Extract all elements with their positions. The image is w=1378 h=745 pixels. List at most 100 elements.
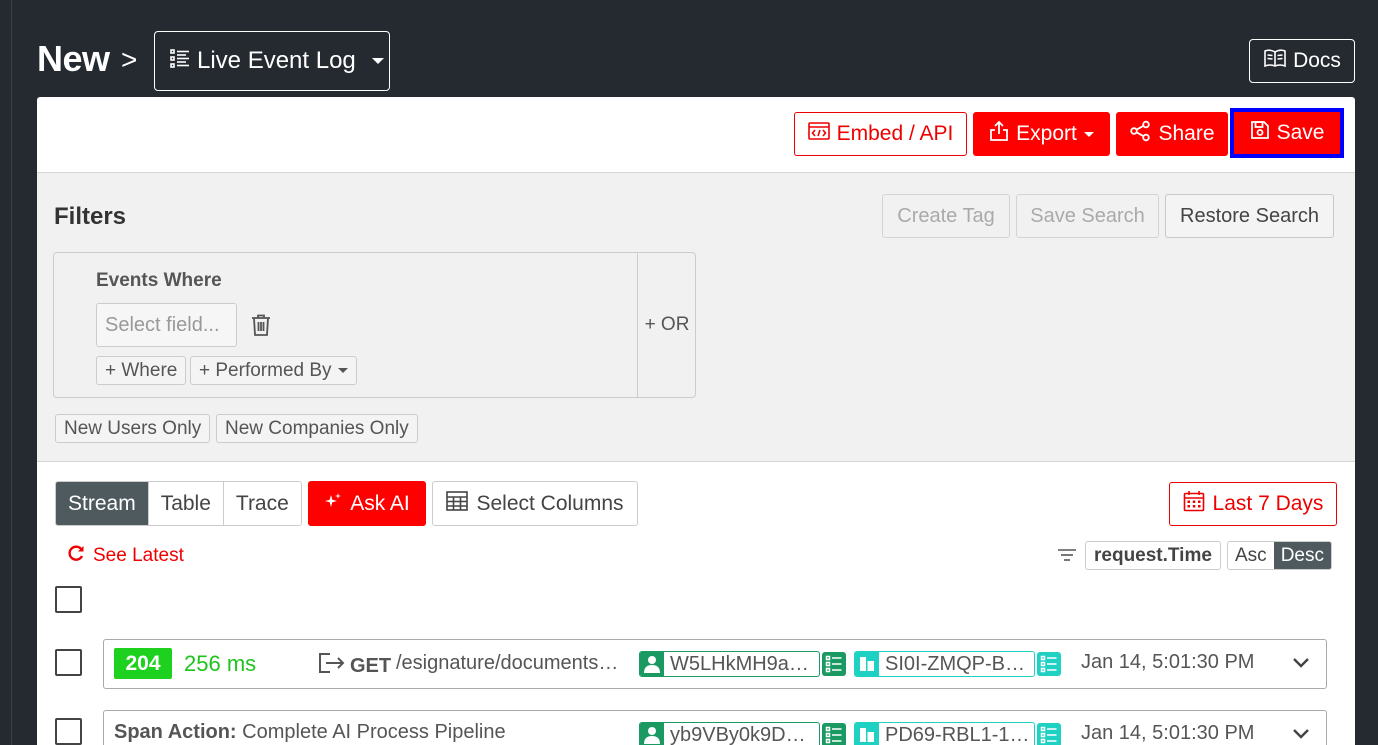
book-icon xyxy=(1263,48,1287,74)
sparkle-icon xyxy=(324,492,342,516)
performed-by-button[interactable]: + Performed By xyxy=(190,356,357,385)
span-action-label: Span Action: xyxy=(114,721,237,743)
row-checkbox[interactable] xyxy=(55,649,82,676)
ask-ai-button[interactable]: Ask AI xyxy=(308,481,426,526)
exit-arrow-icon xyxy=(318,651,346,681)
restore-search-button[interactable]: Restore Search xyxy=(1165,194,1334,238)
request-method: GET xyxy=(318,651,391,681)
company-list-chip[interactable] xyxy=(1037,651,1063,677)
export-button[interactable]: Export xyxy=(973,112,1110,156)
list-icon xyxy=(1037,723,1061,745)
new-users-only-label: New Users Only xyxy=(64,417,202,439)
ask-ai-label: Ask AI xyxy=(350,491,410,515)
list-icon xyxy=(822,723,846,745)
embed-api-label: Embed / API xyxy=(836,122,954,145)
share-icon xyxy=(1129,120,1151,148)
create-tag-button[interactable]: Create Tag xyxy=(882,194,1010,238)
breadcrumb-separator: > xyxy=(121,44,138,75)
select-all-checkbox[interactable] xyxy=(55,586,82,613)
user-chip[interactable]: yb9VBy0k9D… xyxy=(639,722,820,745)
span-action-name: Complete AI Process Pipeline xyxy=(242,721,506,743)
company-icon xyxy=(855,723,879,745)
export-label: Export xyxy=(1016,122,1077,145)
list-icon xyxy=(169,47,191,76)
upload-icon xyxy=(989,120,1009,148)
share-button[interactable]: Share xyxy=(1116,112,1228,156)
docs-label: Docs xyxy=(1293,49,1341,72)
see-latest-link[interactable]: See Latest xyxy=(67,544,184,568)
chevron-down-icon xyxy=(337,368,348,373)
user-id: yb9VBy0k9D… xyxy=(670,723,806,745)
user-chip[interactable]: W5LHkMH9a… xyxy=(639,651,820,677)
tab-table[interactable]: Table xyxy=(148,482,224,525)
span-action: Span Action: Complete AI Process Pipelin… xyxy=(114,721,506,744)
save-button-highlight: Save xyxy=(1230,108,1344,158)
embed-api-button[interactable]: Embed / API xyxy=(794,112,967,156)
company-list-chip[interactable] xyxy=(1037,722,1063,745)
save-label: Save xyxy=(1276,121,1325,144)
filters-title: Filters xyxy=(54,203,127,230)
tab-stream[interactable]: Stream xyxy=(56,482,149,525)
user-icon xyxy=(640,723,664,745)
code-icon xyxy=(807,122,830,146)
events-where-title: Events Where xyxy=(96,270,222,291)
filters-section: Filters Create Tag Save Search Restore S… xyxy=(37,173,1355,462)
docs-button[interactable]: Docs xyxy=(1249,39,1355,83)
company-chip[interactable]: PD69-RBL1-1… xyxy=(854,722,1035,745)
chevron-down-icon[interactable] xyxy=(1292,727,1310,745)
sort-desc-button[interactable]: Desc xyxy=(1273,542,1331,569)
floppy-icon xyxy=(1250,120,1270,146)
add-where-button[interactable]: + Where xyxy=(96,356,187,385)
chevron-down-icon xyxy=(371,58,384,64)
view-selector[interactable]: Live Event Log xyxy=(154,31,390,91)
user-id: W5LHkMH9a… xyxy=(670,652,809,675)
list-icon xyxy=(1037,652,1061,676)
event-row[interactable]: Span Action: Complete AI Process Pipelin… xyxy=(103,710,1327,745)
filter-lines-icon xyxy=(1057,547,1077,568)
view-name: Live Event Log xyxy=(197,47,356,74)
see-latest-label: See Latest xyxy=(93,545,184,566)
event-timestamp: Jan 14, 5:01:30 PM xyxy=(1081,651,1255,673)
company-chip[interactable]: SI0I-ZMQP-B… xyxy=(854,651,1035,677)
duration: 256 ms xyxy=(184,651,257,676)
date-range-label: Last 7 Days xyxy=(1212,492,1324,515)
main-panel: Embed / API Export Share Save Filters Cr… xyxy=(37,97,1355,745)
chevron-down-icon[interactable] xyxy=(1292,656,1310,674)
request-path: /esignature/documents… xyxy=(396,652,619,674)
breadcrumb-root[interactable]: New xyxy=(37,38,110,80)
tab-trace[interactable]: Trace xyxy=(223,482,301,525)
chevron-down-icon xyxy=(1083,131,1094,137)
row-checkbox[interactable] xyxy=(55,718,82,745)
sort-asc-button[interactable]: Asc xyxy=(1228,542,1274,569)
select-field-input[interactable]: Select field... xyxy=(96,303,237,347)
company-icon xyxy=(855,652,879,676)
performed-by-label: + Performed By xyxy=(199,359,332,381)
new-companies-only-button[interactable]: New Companies Only xyxy=(216,414,418,443)
trash-icon[interactable] xyxy=(250,313,272,342)
new-companies-only-label: New Companies Only xyxy=(225,417,409,439)
company-id: SI0I-ZMQP-B… xyxy=(885,652,1026,675)
user-icon xyxy=(640,652,664,676)
save-search-button[interactable]: Save Search xyxy=(1016,194,1159,238)
table-icon xyxy=(446,490,469,517)
new-users-only-button[interactable]: New Users Only xyxy=(55,414,211,443)
select-columns-label: Select Columns xyxy=(476,491,624,515)
status-badge: 204 xyxy=(114,648,172,679)
list-icon xyxy=(822,652,846,676)
save-button[interactable]: Save xyxy=(1234,112,1340,154)
add-or-button[interactable]: + OR xyxy=(637,253,696,397)
refresh-icon xyxy=(67,544,85,568)
left-rail xyxy=(11,0,12,745)
user-list-chip[interactable] xyxy=(822,651,848,677)
date-range-button[interactable]: Last 7 Days xyxy=(1169,482,1337,526)
action-toolbar: Embed / API Export Share Save xyxy=(37,97,1355,173)
method-label: GET xyxy=(350,654,392,677)
event-timestamp: Jan 14, 5:01:30 PM xyxy=(1081,722,1255,744)
calendar-icon xyxy=(1183,490,1205,518)
sort-field-select[interactable]: request.Time xyxy=(1085,541,1221,570)
user-list-chip[interactable] xyxy=(822,722,848,745)
add-where-label: + Where xyxy=(105,359,178,381)
select-columns-button[interactable]: Select Columns xyxy=(432,481,638,526)
event-row[interactable]: 204 256 ms GET /esignature/documents… W5… xyxy=(103,639,1327,689)
sort-direction-toggle: Asc Desc xyxy=(1227,541,1332,570)
